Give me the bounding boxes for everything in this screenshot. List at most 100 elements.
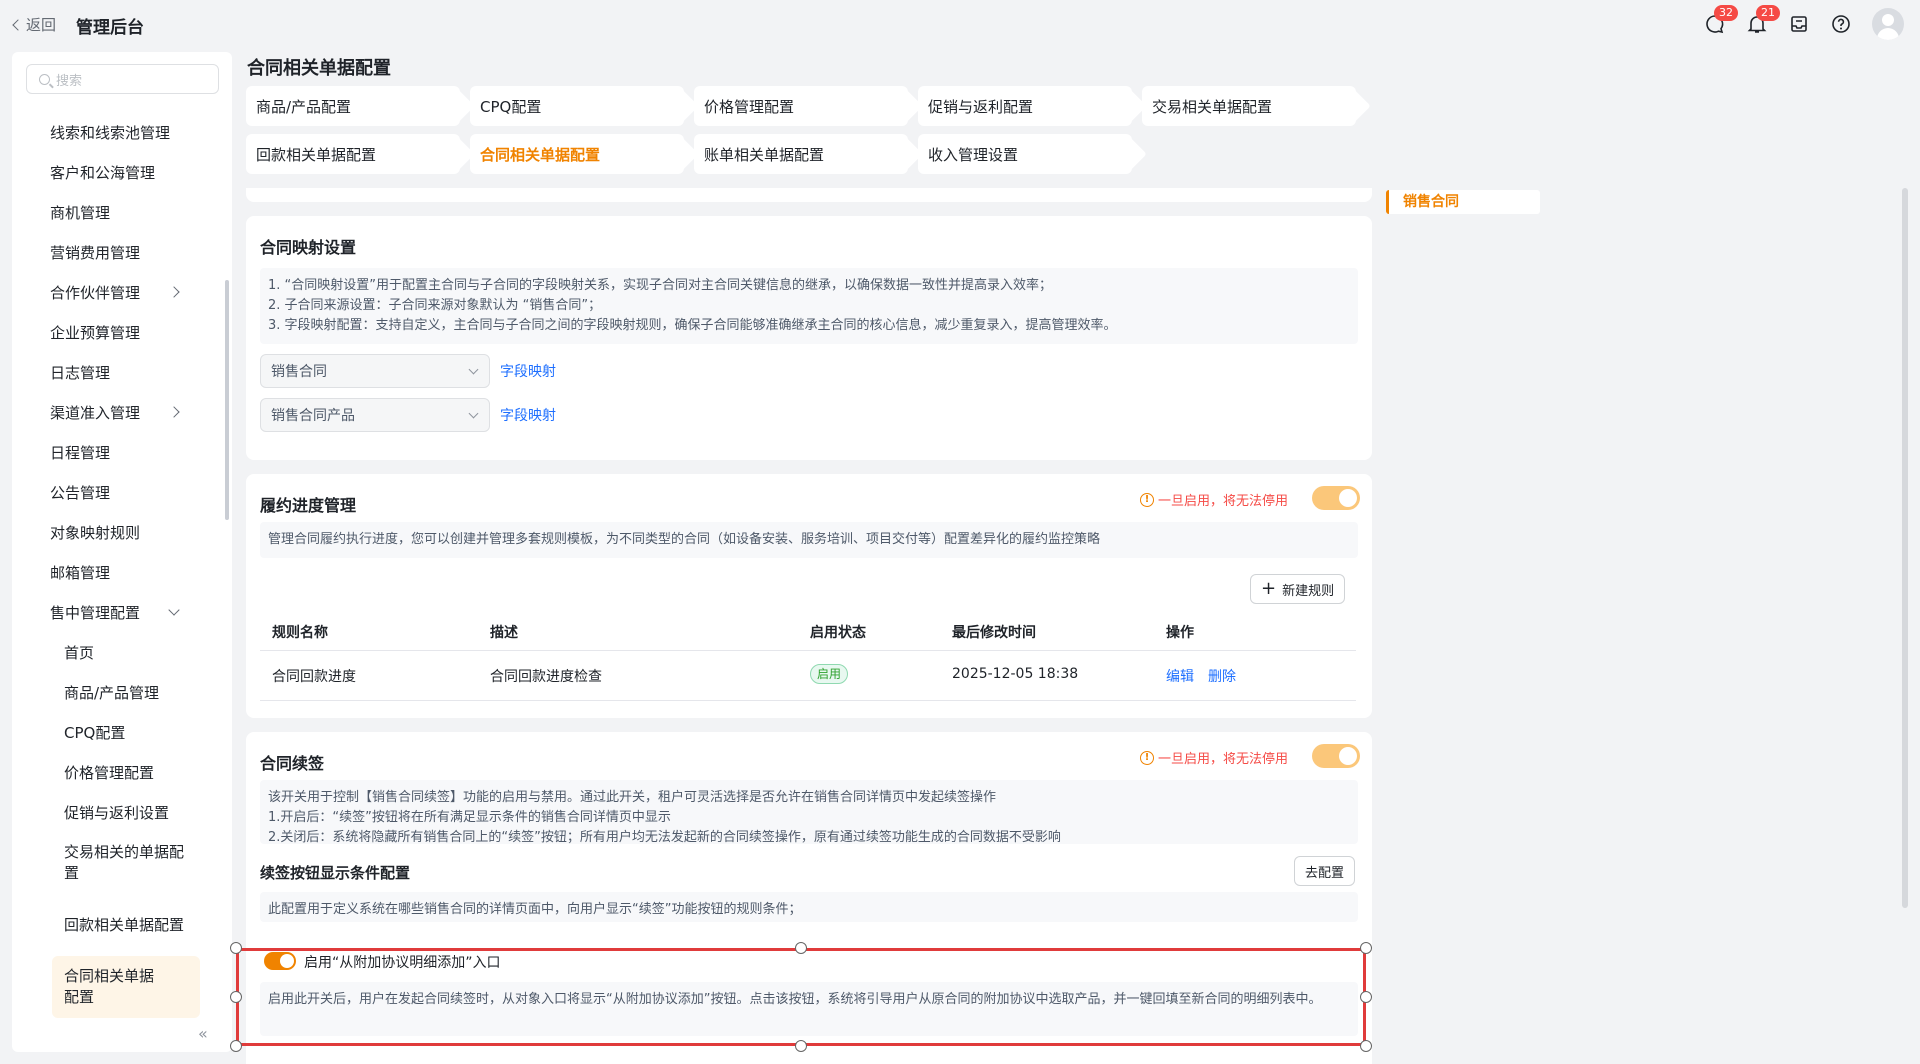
cell-rule-name: 合同回款进度 [272, 669, 356, 685]
resize-handle[interactable] [1360, 991, 1372, 1003]
delete-link[interactable]: 删除 [1208, 666, 1236, 686]
note-line: 该开关用于控制【销售合同续签】功能的启用与禁用。通过此开关，租户可灵活选择是否允… [268, 790, 997, 805]
sidebar-item-marketing-cost[interactable]: 营销费用管理 [12, 232, 232, 272]
sidebar-item-customers[interactable]: 客户和公海管理 [12, 152, 232, 192]
resize-handle[interactable] [230, 1040, 242, 1052]
new-rule-button[interactable]: + 新建规则 [1250, 574, 1346, 604]
sidebar-item-schedule[interactable]: 日程管理 [12, 432, 232, 472]
sidebar-item-label: 日志管理 [50, 363, 111, 382]
sidebar-subitem-promotions[interactable]: 促销与返利设置 [12, 792, 232, 832]
col-rule-name: 规则名称 [272, 625, 328, 641]
sidebar-subitem-transaction-docs[interactable]: 交易相关的单据配置 [12, 832, 232, 894]
avatar[interactable] [1872, 8, 1904, 40]
app-title: 管理后台 [76, 18, 144, 38]
fulfillment-title: 履约进度管理 [260, 496, 357, 515]
chevron-right-icon [168, 286, 180, 298]
note-line: 2. 子合同来源设置：子合同来源对象默认为 “销售合同”； [268, 298, 602, 313]
tab-billing-docs[interactable]: 账单相关单据配置 [694, 134, 908, 174]
field-mapping-link[interactable]: 字段映射 [500, 361, 556, 381]
sidebar-item-label: 合作伙伴管理 [50, 283, 141, 302]
sidebar: 搜索 线索和线索池管理 客户和公海管理 商机管理 营销费用管理 合作伙伴管理 企… [12, 52, 232, 1052]
tab-revenue[interactable]: 收入管理设置 [918, 134, 1132, 174]
page-title: 合同相关单据配置 [247, 58, 391, 79]
chevron-down-icon [168, 604, 180, 616]
help-button[interactable] [1830, 13, 1852, 35]
warning-text: 一旦启用，将无法停用 [1157, 494, 1288, 509]
resize-handle[interactable] [230, 991, 242, 1003]
selection-outline [236, 948, 1366, 1046]
note-line: 3. 字段映射配置：支持自定义，主合同与子合同之间的字段映射规则，确保子合同能够… [268, 318, 1117, 333]
sidebar-subitem-cpq[interactable]: CPQ配置 [12, 712, 232, 752]
table-divider [260, 650, 1356, 651]
sidebar-subitem-contract-docs[interactable]: 合同相关单据配置 [52, 956, 200, 1018]
sidebar-item-mailbox[interactable]: 邮箱管理 [12, 552, 232, 592]
sidebar-item-leads[interactable]: 线索和线索池管理 [12, 112, 232, 152]
sidebar-item-label: 售中管理配置 [50, 603, 141, 622]
sidebar-item-label: 商品/产品管理 [64, 683, 160, 702]
message-button[interactable]: 32 [1704, 5, 1738, 35]
sidebar-item-label: 线索和线索池管理 [50, 123, 171, 142]
sidebar-item-opportunities[interactable]: 商机管理 [12, 192, 232, 232]
sidebar-subitem-pricing[interactable]: 价格管理配置 [12, 752, 232, 792]
inbox-button[interactable] [1788, 13, 1810, 35]
sidebar-item-partners[interactable]: 合作伙伴管理 [12, 272, 232, 312]
resize-handle[interactable] [795, 942, 807, 954]
tab-transaction-docs[interactable]: 交易相关单据配置 [1142, 86, 1356, 126]
sidebar-item-label: 对象映射规则 [50, 523, 141, 542]
configure-button[interactable]: 去配置 [1294, 856, 1356, 886]
chevron-down-icon [468, 364, 479, 375]
sidebar-item-announcements[interactable]: 公告管理 [12, 472, 232, 512]
chevron-right-icon [168, 406, 180, 418]
resize-handle[interactable] [1360, 942, 1372, 954]
sidebar-item-channel[interactable]: 渠道准入管理 [12, 392, 232, 432]
sidebar-item-budget[interactable]: 企业预算管理 [12, 312, 232, 352]
anchor-sales-contract[interactable]: 销售合同 [1386, 190, 1540, 214]
button-label: 新建规则 [1282, 583, 1335, 599]
resize-handle[interactable] [1360, 1040, 1372, 1052]
sidebar-subitem-payment-docs[interactable]: 回款相关单据配置 [12, 894, 232, 956]
collapse-sidebar-button[interactable]: « [198, 1024, 208, 1043]
col-description: 描述 [490, 625, 518, 641]
tab-pricing[interactable]: 价格管理配置 [694, 86, 908, 126]
sidebar-item-label: 渠道准入管理 [50, 403, 141, 422]
cell-description: 合同回款进度检查 [490, 669, 602, 685]
main-scrollbar[interactable] [1902, 188, 1908, 908]
back-button[interactable]: 返回 [12, 14, 56, 35]
sidebar-subitem-products[interactable]: 商品/产品管理 [12, 672, 232, 712]
sidebar-item-object-mapping[interactable]: 对象映射规则 [12, 512, 232, 552]
tab-products[interactable]: 商品/产品配置 [246, 86, 460, 126]
search-input[interactable]: 搜索 [26, 64, 219, 94]
notification-button[interactable]: 21 [1746, 5, 1780, 35]
sidebar-item-label: 交易相关的单据配置 [64, 843, 185, 882]
renewal-toggle[interactable] [1312, 744, 1360, 768]
tab-promotions[interactable]: 促销与返利配置 [918, 86, 1132, 126]
message-badge: 32 [1714, 5, 1738, 21]
tab-cpq[interactable]: CPQ配置 [470, 86, 684, 126]
content-area: 合同映射设置 1. “合同映射设置”用于配置主合同与子合同的字段映射关系，实现子… [246, 188, 1372, 1064]
inbox-icon [1791, 16, 1807, 32]
warning-icon: ! [1139, 750, 1154, 765]
help-icon [1832, 15, 1850, 33]
resize-handle[interactable] [795, 1040, 807, 1052]
product-object-select[interactable]: 销售合同产品 [260, 398, 490, 432]
table-divider [260, 700, 1356, 701]
sidebar-item-label: 公告管理 [50, 483, 111, 502]
sidebar-item-in-sale-config[interactable]: 售中管理配置 [12, 592, 232, 632]
fulfillment-warning: ! 一旦启用，将无法停用 [1139, 490, 1288, 509]
tab-payment-docs[interactable]: 回款相关单据配置 [246, 134, 460, 174]
search-placeholder: 搜索 [56, 73, 83, 89]
source-object-select[interactable]: 销售合同 [260, 354, 490, 388]
tab-contract-docs[interactable]: 合同相关单据配置 [470, 134, 684, 174]
edit-link[interactable]: 编辑 [1166, 666, 1194, 686]
resize-handle[interactable] [230, 942, 242, 954]
fulfillment-toggle[interactable] [1312, 486, 1360, 510]
sidebar-item-label: CPQ配置 [64, 723, 126, 742]
field-mapping-link[interactable]: 字段映射 [500, 405, 556, 425]
sidebar-scrollbar[interactable] [225, 280, 229, 520]
condition-title: 续签按钮显示条件配置 [260, 864, 411, 882]
mapping-title: 合同映射设置 [260, 238, 357, 257]
chevron-down-icon [468, 408, 479, 419]
select-value: 销售合同产品 [271, 408, 355, 424]
sidebar-item-logs[interactable]: 日志管理 [12, 352, 232, 392]
sidebar-subitem-home[interactable]: 首页 [12, 632, 232, 672]
